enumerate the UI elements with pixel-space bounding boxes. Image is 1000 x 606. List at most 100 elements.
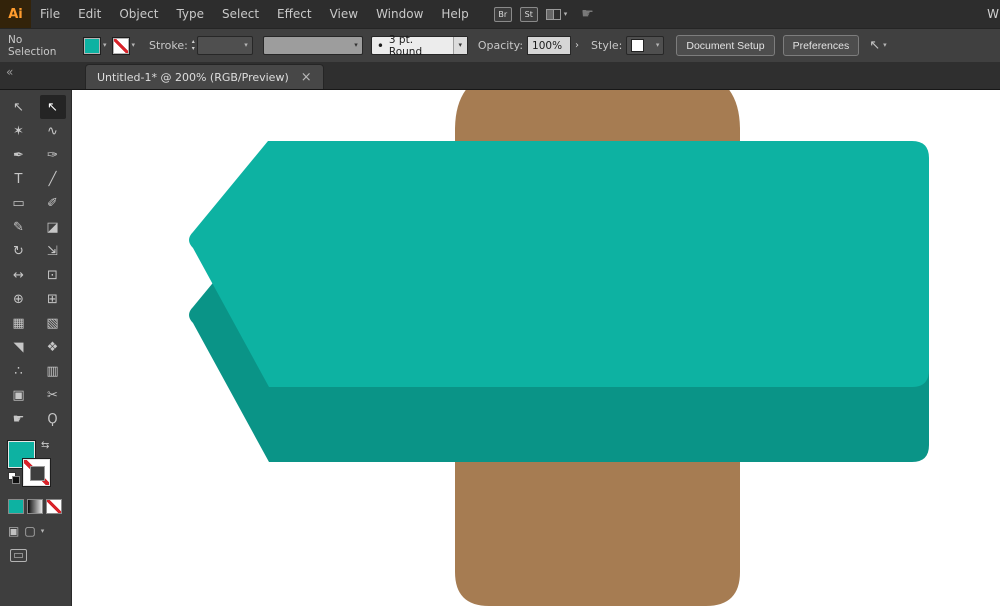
none-mode-button[interactable] [46,499,62,514]
column-graph-tool-icon: ▥ [46,363,59,379]
selection-tool-icon: ↖ [13,99,24,115]
free-transform-tool[interactable]: ⊡ [40,263,66,287]
eyedropper-tool[interactable]: ◥ [6,335,32,359]
chevron-down-icon: ▾ [563,9,568,18]
perspective-grid-tool[interactable]: ⊞ [40,287,66,311]
scale-tool[interactable]: ⇲ [40,239,66,263]
default-fill-stroke-icon[interactable] [8,472,21,485]
gradient-mode-button[interactable] [27,499,43,514]
menu-edit[interactable]: Edit [69,0,110,28]
slice-tool[interactable]: ✂ [40,383,66,407]
chevron-down-icon: ▾ [883,41,887,49]
select-similar-button[interactable]: ↖ ▾ [869,38,886,53]
opacity-label[interactable]: Opacity: [478,39,523,52]
magic-wand-tool[interactable]: ✶ [6,119,32,143]
rotate-tool[interactable]: ↻ [6,239,32,263]
stroke-color-swatch[interactable] [112,37,129,54]
paintbrush-tool-icon: ✐ [47,195,58,211]
stroke-color-control[interactable]: ▾ [112,37,136,54]
workspace-label[interactable]: W [987,7,1000,21]
free-transform-tool-icon: ⊡ [47,267,58,283]
menu-select[interactable]: Select [213,0,268,28]
menu-file[interactable]: File [31,0,69,28]
stroke-weight-stepper[interactable]: ▴ ▾ [192,38,195,53]
draw-normal-button[interactable]: ▣ [8,524,19,538]
opacity-input[interactable]: 100% [527,36,572,55]
gradient-tool-icon: ▧ [46,315,59,331]
app-logo: Ai [0,0,31,28]
brush-definition-value: • 3 pt. Round [372,34,453,58]
selection-status: No Selection [8,33,57,58]
stepper-down-icon[interactable]: ▾ [192,45,195,53]
symbol-sprayer-tool[interactable]: ∴ [6,359,32,383]
direct-selection-tool[interactable]: ↖ [39,95,66,119]
chevron-down-icon[interactable]: ▾ [132,42,136,49]
zoom-tool-icon: Ϙ [47,411,58,427]
width-tool[interactable]: ↔ [6,263,32,287]
opacity-expand-icon[interactable]: › [573,40,581,51]
stroke-weight-combo[interactable]: ▾ [196,36,253,55]
document-tab-title: Untitled-1* @ 200% (RGB/Preview) [97,70,289,84]
stock-icon[interactable]: St [519,6,538,22]
gradient-tool[interactable]: ▧ [40,311,66,335]
chevron-down-icon[interactable]: ▾ [103,42,107,49]
canvas-area[interactable] [72,90,1000,606]
direct-selection-tool-icon: ↖ [47,99,58,115]
eraser-tool[interactable]: ◪ [40,215,66,239]
preferences-button[interactable]: Preferences [782,35,860,56]
color-mode-button[interactable] [8,499,24,514]
screen-mode-button[interactable] [10,549,27,562]
pen-tool-icon: ✒ [13,147,24,163]
slice-tool-icon: ✂ [47,387,58,403]
menu-help[interactable]: Help [432,0,477,28]
menu-effect[interactable]: Effect [268,0,321,28]
bridge-icon[interactable]: Br [493,6,512,22]
artboard-tool[interactable]: ▣ [6,383,32,407]
close-icon[interactable]: × [301,71,312,84]
paintbrush-tool[interactable]: ✐ [40,191,66,215]
collapse-panels-icon[interactable]: « [6,65,13,79]
blend-tool[interactable]: ❖ [40,335,66,359]
pencil-tool[interactable]: ✎ [6,215,32,239]
menu-object[interactable]: Object [110,0,167,28]
stroke-label[interactable]: Stroke: [149,39,188,52]
hand-tool[interactable]: ☛ [6,407,32,431]
hand-tool-icon: ☛ [12,411,25,427]
banner-front-shape[interactable] [189,141,929,387]
arrange-documents-button[interactable]: ▾ [545,8,568,20]
curvature-tool-icon: ✑ [47,147,58,163]
curvature-tool[interactable]: ✑ [40,143,66,167]
brush-combo-chevron[interactable]: ▾ [452,37,467,54]
width-profile-combo[interactable]: ▾ [262,36,363,55]
menu-view[interactable]: View [321,0,367,28]
style-combo[interactable]: ▾ [626,36,665,55]
stroke-color-swatch[interactable] [23,459,50,486]
brush-definition-combo[interactable]: • 3 pt. Round ▾ [370,34,468,58]
style-swatch [631,39,645,52]
style-label[interactable]: Style: [591,39,622,52]
tool-grid: ↖ ↖ ✶ ∿ ✒ ✑ T ╱ ▭ ✐ ✎ ◪ ↻ ⇲ ↔ ⊡ ⊕ ⊞ ▦ ▧ [6,95,66,431]
line-segment-tool[interactable]: ╱ [40,167,66,191]
shape-builder-tool[interactable]: ⊕ [6,287,32,311]
chevron-down-icon[interactable]: ▾ [41,527,45,535]
rectangle-tool-icon: ▭ [12,195,25,211]
fill-color-swatch[interactable] [84,37,100,54]
zoom-tool[interactable]: Ϙ [40,407,66,431]
mesh-tool[interactable]: ▦ [6,311,32,335]
eyedropper-tool-icon: ◥ [13,339,24,355]
selection-tool[interactable]: ↖ [6,95,32,119]
artboard [72,90,1000,606]
column-graph-tool[interactable]: ▥ [40,359,66,383]
document-tab[interactable]: Untitled-1* @ 200% (RGB/Preview) × [85,64,324,89]
draw-behind-button[interactable]: ▢ [24,524,35,538]
swap-fill-stroke-icon[interactable]: ⇆ [41,440,49,451]
menu-type[interactable]: Type [167,0,213,28]
menu-window[interactable]: Window [367,0,432,28]
fill-color-control[interactable]: ▾ [84,37,107,54]
pen-tool[interactable]: ✒ [6,143,32,167]
artboard-tool-icon: ▣ [12,387,25,403]
lasso-tool[interactable]: ∿ [40,119,66,143]
type-tool[interactable]: T [6,167,32,191]
document-setup-button[interactable]: Document Setup [676,35,775,56]
rectangle-tool[interactable]: ▭ [6,191,32,215]
